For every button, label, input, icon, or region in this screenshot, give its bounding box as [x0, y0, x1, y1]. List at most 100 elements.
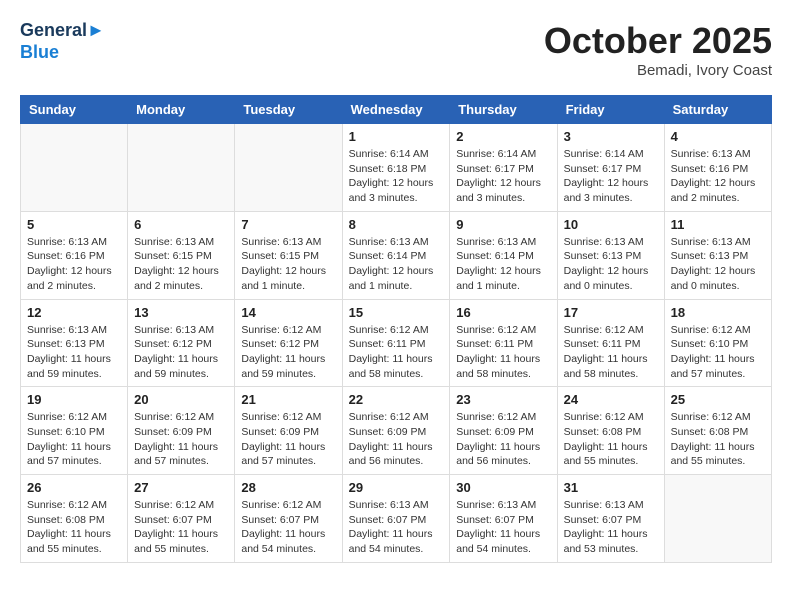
calendar-cell [664, 475, 771, 563]
day-number: 4 [671, 129, 765, 144]
calendar-cell: 12 Sunrise: 6:13 AM Sunset: 6:13 PM Dayli… [21, 299, 128, 387]
day-number: 19 [27, 392, 121, 407]
page-header: General► Blue October 2025 Bemadi, Ivory… [20, 20, 772, 79]
calendar-cell: 9 Sunrise: 6:13 AM Sunset: 6:14 PM Daylig… [450, 211, 557, 299]
cell-info: Sunrise: 6:12 AM Sunset: 6:09 PM Dayligh… [456, 410, 550, 469]
calendar-cell: 25 Sunrise: 6:12 AM Sunset: 6:08 PM Dayli… [664, 387, 771, 475]
cell-info: Sunrise: 6:12 AM Sunset: 6:11 PM Dayligh… [456, 323, 550, 382]
cell-info: Sunrise: 6:12 AM Sunset: 6:08 PM Dayligh… [671, 410, 765, 469]
calendar-cell: 22 Sunrise: 6:12 AM Sunset: 6:09 PM Dayli… [342, 387, 450, 475]
cell-info: Sunrise: 6:12 AM Sunset: 6:09 PM Dayligh… [241, 410, 335, 469]
calendar-cell: 6Sunrise: 6:13 AM Sunset: 6:15 PM Daylig… [128, 211, 235, 299]
cell-info: Sunrise: 6:12 AM Sunset: 6:09 PM Dayligh… [134, 410, 228, 469]
month-title: October 2025 [544, 20, 772, 62]
day-number: 23 [456, 392, 550, 407]
calendar-cell: 1 Sunrise: 6:14 AM Sunset: 6:18 PM Daylig… [342, 124, 450, 212]
cell-info: Sunrise: 6:13 AM Sunset: 6:07 PM Dayligh… [564, 498, 658, 557]
calendar-cell: 3Sunrise: 6:14 AM Sunset: 6:17 PM Daylig… [557, 124, 664, 212]
cell-info: Sunrise: 6:13 AM Sunset: 6:14 PM Dayligh… [456, 235, 550, 294]
calendar-cell: 18 Sunrise: 6:12 AM Sunset: 6:10 PM Dayli… [664, 299, 771, 387]
day-number: 30 [456, 480, 550, 495]
week-row-1: 1 Sunrise: 6:14 AM Sunset: 6:18 PM Daylig… [21, 124, 772, 212]
day-number: 15 [349, 305, 444, 320]
day-number: 31 [564, 480, 658, 495]
calendar-cell: 7Sunrise: 6:13 AM Sunset: 6:15 PM Daylig… [235, 211, 342, 299]
calendar-cell [21, 124, 128, 212]
location: Bemadi, Ivory Coast [544, 62, 772, 79]
title-block: October 2025 Bemadi, Ivory Coast [544, 20, 772, 79]
cell-info: Sunrise: 6:13 AM Sunset: 6:13 PM Dayligh… [671, 235, 765, 294]
day-number: 22 [349, 392, 444, 407]
day-number: 27 [134, 480, 228, 495]
calendar-cell: 29 Sunrise: 6:13 AM Sunset: 6:07 PM Dayli… [342, 475, 450, 563]
day-number: 7 [241, 217, 335, 232]
header-friday: Friday [557, 96, 664, 124]
cell-info: Sunrise: 6:14 AM Sunset: 6:18 PM Dayligh… [349, 147, 444, 206]
calendar-cell: 28Sunrise: 6:12 AM Sunset: 6:07 PM Dayli… [235, 475, 342, 563]
calendar-cell: 15 Sunrise: 6:12 AM Sunset: 6:11 PM Dayli… [342, 299, 450, 387]
cell-info: Sunrise: 6:13 AM Sunset: 6:16 PM Dayligh… [671, 147, 765, 206]
cell-info: Sunrise: 6:12 AM Sunset: 6:11 PM Dayligh… [564, 323, 658, 382]
calendar-cell [128, 124, 235, 212]
day-number: 13 [134, 305, 228, 320]
calendar-cell: 16Sunrise: 6:12 AM Sunset: 6:11 PM Dayli… [450, 299, 557, 387]
cell-info: Sunrise: 6:12 AM Sunset: 6:10 PM Dayligh… [27, 410, 121, 469]
day-number: 18 [671, 305, 765, 320]
day-number: 11 [671, 217, 765, 232]
week-row-4: 19 Sunrise: 6:12 AM Sunset: 6:10 PM Dayli… [21, 387, 772, 475]
day-number: 26 [27, 480, 121, 495]
cell-info: Sunrise: 6:12 AM Sunset: 6:07 PM Dayligh… [134, 498, 228, 557]
day-number: 12 [27, 305, 121, 320]
cell-info: Sunrise: 6:13 AM Sunset: 6:07 PM Dayligh… [456, 498, 550, 557]
day-number: 5 [27, 217, 121, 232]
calendar-cell: 13 Sunrise: 6:13 AM Sunset: 6:12 PM Dayli… [128, 299, 235, 387]
calendar-cell: 21 Sunrise: 6:12 AM Sunset: 6:09 PM Dayli… [235, 387, 342, 475]
cell-info: Sunrise: 6:12 AM Sunset: 6:11 PM Dayligh… [349, 323, 444, 382]
cell-info: Sunrise: 6:13 AM Sunset: 6:13 PM Dayligh… [27, 323, 121, 382]
cell-info: Sunrise: 6:12 AM Sunset: 6:08 PM Dayligh… [564, 410, 658, 469]
day-number: 17 [564, 305, 658, 320]
cell-info: Sunrise: 6:14 AM Sunset: 6:17 PM Dayligh… [564, 147, 658, 206]
cell-info: Sunrise: 6:12 AM Sunset: 6:08 PM Dayligh… [27, 498, 121, 557]
calendar-cell: 19 Sunrise: 6:12 AM Sunset: 6:10 PM Dayli… [21, 387, 128, 475]
week-row-5: 26 Sunrise: 6:12 AM Sunset: 6:08 PM Dayli… [21, 475, 772, 563]
header-sunday: Sunday [21, 96, 128, 124]
calendar-cell: 17 Sunrise: 6:12 AM Sunset: 6:11 PM Dayli… [557, 299, 664, 387]
day-number: 28 [241, 480, 335, 495]
calendar-cell: 30 Sunrise: 6:13 AM Sunset: 6:07 PM Dayli… [450, 475, 557, 563]
calendar-cell: 11 Sunrise: 6:13 AM Sunset: 6:13 PM Dayli… [664, 211, 771, 299]
header-saturday: Saturday [664, 96, 771, 124]
cell-info: Sunrise: 6:13 AM Sunset: 6:15 PM Dayligh… [134, 235, 228, 294]
cell-info: Sunrise: 6:13 AM Sunset: 6:14 PM Dayligh… [349, 235, 444, 294]
day-number: 25 [671, 392, 765, 407]
day-number: 1 [349, 129, 444, 144]
week-row-2: 5Sunrise: 6:13 AM Sunset: 6:16 PM Daylig… [21, 211, 772, 299]
cell-info: Sunrise: 6:13 AM Sunset: 6:12 PM Dayligh… [134, 323, 228, 382]
calendar-cell: 27 Sunrise: 6:12 AM Sunset: 6:07 PM Dayli… [128, 475, 235, 563]
day-number: 9 [456, 217, 550, 232]
day-number: 29 [349, 480, 444, 495]
day-number: 24 [564, 392, 658, 407]
week-row-3: 12 Sunrise: 6:13 AM Sunset: 6:13 PM Dayli… [21, 299, 772, 387]
cell-info: Sunrise: 6:13 AM Sunset: 6:07 PM Dayligh… [349, 498, 444, 557]
calendar-cell: 4 Sunrise: 6:13 AM Sunset: 6:16 PM Daylig… [664, 124, 771, 212]
calendar-cell: 24 Sunrise: 6:12 AM Sunset: 6:08 PM Dayli… [557, 387, 664, 475]
cell-info: Sunrise: 6:14 AM Sunset: 6:17 PM Dayligh… [456, 147, 550, 206]
cell-info: Sunrise: 6:12 AM Sunset: 6:09 PM Dayligh… [349, 410, 444, 469]
cell-info: Sunrise: 6:12 AM Sunset: 6:10 PM Dayligh… [671, 323, 765, 382]
calendar-table: SundayMondayTuesdayWednesdayThursdayFrid… [20, 95, 772, 563]
calendar-cell [235, 124, 342, 212]
logo: General► Blue [20, 20, 105, 63]
cell-info: Sunrise: 6:12 AM Sunset: 6:12 PM Dayligh… [241, 323, 335, 382]
calendar-cell: 14 Sunrise: 6:12 AM Sunset: 6:12 PM Dayli… [235, 299, 342, 387]
day-number: 10 [564, 217, 658, 232]
day-number: 14 [241, 305, 335, 320]
calendar-cell: 20Sunrise: 6:12 AM Sunset: 6:09 PM Dayli… [128, 387, 235, 475]
header-wednesday: Wednesday [342, 96, 450, 124]
calendar-cell: 26 Sunrise: 6:12 AM Sunset: 6:08 PM Dayli… [21, 475, 128, 563]
calendar-cell: 31 Sunrise: 6:13 AM Sunset: 6:07 PM Dayli… [557, 475, 664, 563]
calendar-cell: 10Sunrise: 6:13 AM Sunset: 6:13 PM Dayli… [557, 211, 664, 299]
calendar-cell: 23 Sunrise: 6:12 AM Sunset: 6:09 PM Dayli… [450, 387, 557, 475]
day-number: 21 [241, 392, 335, 407]
calendar-cell: 2Sunrise: 6:14 AM Sunset: 6:17 PM Daylig… [450, 124, 557, 212]
